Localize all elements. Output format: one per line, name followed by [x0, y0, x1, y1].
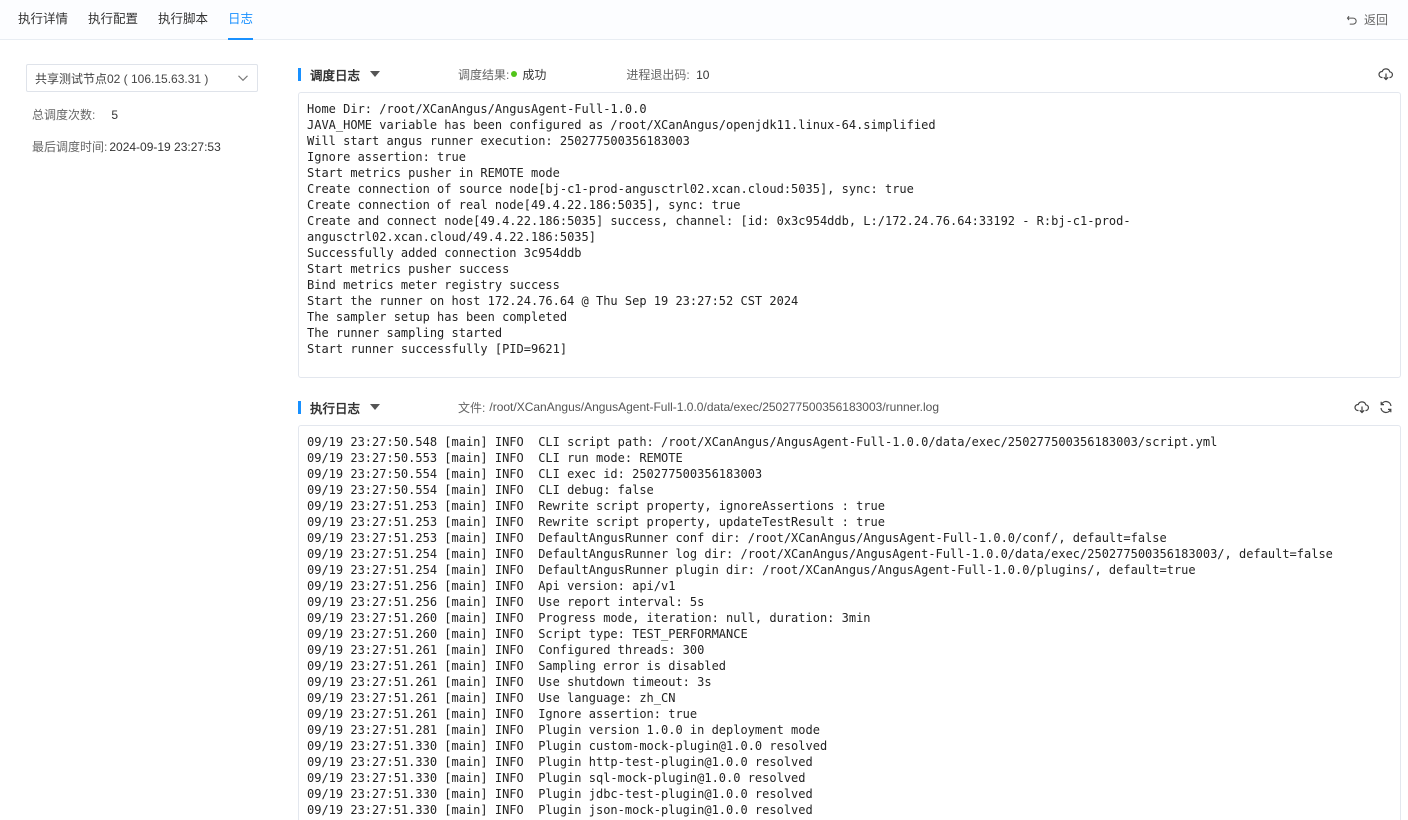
log-line: 09/19 23:27:51.254 [main] INFO DefaultAn… — [307, 563, 1196, 577]
top-bar: 执行详情 执行配置 执行脚本 日志 返回 — [0, 0, 1408, 40]
last-schedule-label: 最后调度时间: — [32, 140, 108, 154]
node-select[interactable]: 共享测试节点02 ( 106.15.63.31 ) — [26, 64, 258, 92]
schedule-log-header: 调度日志 调度结果: 成功 进程退出码: 10 — [298, 64, 1394, 84]
log-line: Create connection of source node[bj-c1-p… — [307, 182, 914, 196]
chevron-down-icon — [238, 75, 248, 82]
log-line: 09/19 23:27:51.256 [main] INFO Api versi… — [307, 579, 676, 593]
log-line: Start runner successfully [PID=9621] — [307, 342, 568, 356]
refresh-icon[interactable] — [1378, 399, 1394, 415]
total-schedule-label: 总调度次数: — [32, 108, 96, 122]
exec-log-file-label: 文件: — [458, 400, 486, 415]
caret-down-icon[interactable] — [370, 71, 381, 77]
undo-icon — [1346, 15, 1357, 25]
log-line: 09/19 23:27:51.281 [main] INFO Plugin ve… — [307, 723, 820, 737]
exec-log-file-path: /root/XCanAngus/AngusAgent-Full-1.0.0/da… — [489, 400, 940, 414]
log-line: JAVA_HOME variable has been configured a… — [307, 118, 936, 132]
download-icon[interactable] — [1354, 399, 1370, 415]
log-line: 09/19 23:27:51.330 [main] INFO Plugin sq… — [307, 771, 806, 785]
tab-list: 执行详情 执行配置 执行脚本 日志 — [18, 0, 254, 40]
total-schedule-value: 5 — [111, 108, 119, 122]
log-line: Create connection of real node[49.4.22.1… — [307, 198, 741, 212]
exit-code-label: 进程退出码: — [626, 67, 690, 82]
log-line: The sampler setup has been completed — [307, 310, 568, 324]
log-line: Will start angus runner execution: 25027… — [307, 134, 690, 148]
schedule-result-label: 调度结果: — [458, 67, 510, 82]
log-line: angusctrl02.xcan.cloud/49.4.22.186:5035] — [307, 230, 596, 244]
log-line: 09/19 23:27:51.256 [main] INFO Use repor… — [307, 595, 705, 609]
log-line: Start metrics pusher in REMOTE mode — [307, 166, 560, 180]
log-line: 09/19 23:27:51.261 [main] INFO Ignore as… — [307, 707, 698, 721]
log-line: 09/19 23:27:51.253 [main] INFO DefaultAn… — [307, 531, 1167, 545]
tab-execution-details[interactable]: 执行详情 — [18, 0, 68, 40]
schedule-log-title: 调度日志 — [310, 68, 361, 83]
exec-log-actions — [1354, 399, 1394, 415]
schedule-result: 调度结果: 成功 — [458, 66, 546, 83]
section-accent-bar — [298, 67, 301, 81]
back-label: 返回 — [1363, 13, 1388, 27]
log-line: 09/19 23:27:51.330 [main] INFO Plugin jd… — [307, 787, 813, 801]
log-line: 09/19 23:27:51.330 [main] INFO Plugin js… — [307, 803, 813, 817]
last-schedule-value: 2024-09-19 23:27:53 — [109, 140, 221, 154]
download-icon[interactable] — [1378, 66, 1394, 82]
log-line: Start the runner on host 172.24.76.64 @ … — [307, 294, 799, 308]
node-select-value: 共享测试节点02 ( 106.15.63.31 ) — [35, 71, 209, 86]
log-line: 09/19 23:27:50.553 [main] INFO CLI run m… — [307, 451, 683, 465]
log-line: Create and connect node[49.4.22.186:5035… — [307, 214, 1131, 228]
status-dot — [511, 71, 518, 77]
tab-execution-config[interactable]: 执行配置 — [88, 0, 138, 40]
log-line: 09/19 23:27:51.261 [main] INFO Sampling … — [307, 659, 727, 673]
exec-log-header: 执行日志 文件: /root/XCanAngus/AngusAgent-Full… — [298, 397, 1394, 417]
log-line: 09/19 23:27:51.260 [main] INFO Script ty… — [307, 627, 748, 641]
log-line: 09/19 23:27:51.253 [main] INFO Rewrite s… — [307, 515, 885, 529]
log-line: 09/19 23:27:51.254 [main] INFO DefaultAn… — [307, 547, 1333, 561]
total-schedule-count: 总调度次数: 5 — [26, 106, 258, 124]
exec-log-content: 09/19 23:27:50.548 [main] INFO CLI scrip… — [298, 425, 1401, 820]
log-line: Ignore assertion: true — [307, 150, 466, 164]
exit-code: 进程退出码: 10 — [626, 66, 709, 83]
left-panel: 共享测试节点02 ( 106.15.63.31 ) 总调度次数: 5 最后调度时… — [26, 64, 258, 156]
log-line: 09/19 23:27:50.554 [main] INFO CLI debug… — [307, 483, 654, 497]
schedule-log-content: Home Dir: /root/XCanAngus/AngusAgent-Ful… — [298, 92, 1401, 378]
tab-logs[interactable]: 日志 — [228, 0, 254, 40]
exec-log-file: 文件: /root/XCanAngus/AngusAgent-Full-1.0.… — [458, 399, 939, 416]
schedule-result-value: 成功 — [522, 67, 547, 82]
exec-log-title: 执行日志 — [310, 401, 361, 416]
log-line: Successfully added connection 3c954ddb — [307, 246, 582, 260]
log-line: 09/19 23:27:51.261 [main] INFO Configure… — [307, 643, 705, 657]
log-line: Start metrics pusher success — [307, 262, 510, 276]
log-line: 09/19 23:27:51.261 [main] INFO Use shutd… — [307, 675, 712, 689]
log-line: Bind metrics meter registry success — [307, 278, 560, 292]
log-line: 09/19 23:27:51.330 [main] INFO Plugin ht… — [307, 755, 813, 769]
log-line: 09/19 23:27:51.330 [main] INFO Plugin cu… — [307, 739, 828, 753]
log-line: 09/19 23:27:50.554 [main] INFO CLI exec … — [307, 467, 763, 481]
tab-execution-script[interactable]: 执行脚本 — [158, 0, 208, 40]
back-button[interactable]: 返回 — [1346, 0, 1388, 40]
caret-down-icon[interactable] — [370, 404, 381, 410]
log-line: The runner sampling started — [307, 326, 503, 340]
log-line: 09/19 23:27:51.253 [main] INFO Rewrite s… — [307, 499, 885, 513]
log-line: 09/19 23:27:51.261 [main] INFO Use langu… — [307, 691, 676, 705]
log-line: 09/19 23:27:51.260 [main] INFO Progress … — [307, 611, 871, 625]
exit-code-value: 10 — [696, 67, 710, 82]
last-schedule-time: 最后调度时间: 2024-09-19 23:27:53 — [26, 138, 258, 156]
schedule-log-actions — [1378, 66, 1394, 82]
log-line: Home Dir: /root/XCanAngus/AngusAgent-Ful… — [307, 102, 647, 116]
log-line: 09/19 23:27:50.548 [main] INFO CLI scrip… — [307, 435, 1218, 449]
section-accent-bar — [298, 400, 301, 414]
